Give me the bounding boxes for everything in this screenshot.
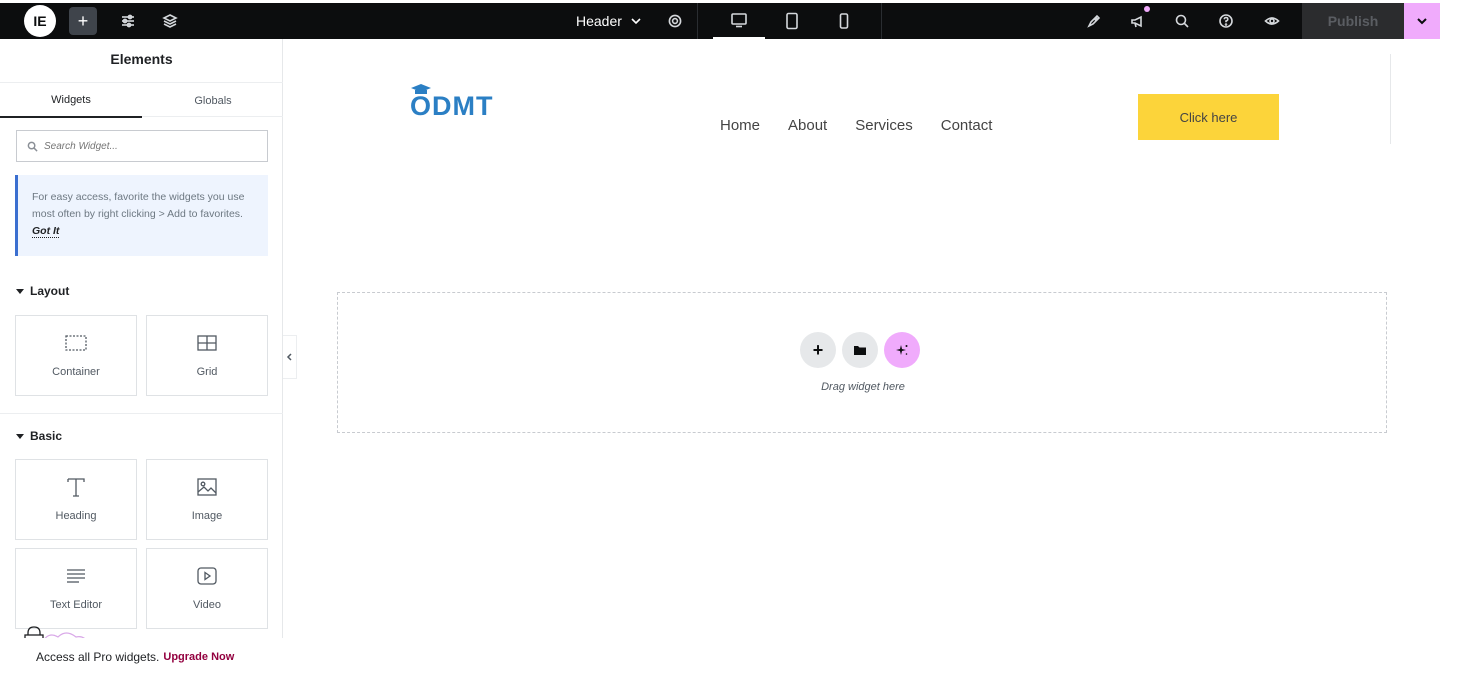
grid-icon xyxy=(195,332,219,354)
whats-new-megaphone-icon[interactable] xyxy=(1126,9,1150,33)
help-icon[interactable] xyxy=(1214,9,1238,33)
widget-video[interactable]: Video xyxy=(146,548,268,629)
nav-home[interactable]: Home xyxy=(720,117,760,134)
nav-about[interactable]: About xyxy=(788,117,827,134)
widget-heading[interactable]: Heading xyxy=(15,459,137,540)
layers-icon[interactable] xyxy=(158,9,182,33)
settings-sliders-icon[interactable] xyxy=(116,9,140,33)
mobile-view-icon[interactable] xyxy=(818,3,870,39)
site-logo[interactable]: ODMT xyxy=(410,84,494,122)
upgrade-text: Access all Pro widgets. xyxy=(36,649,160,664)
widget-grid[interactable]: Grid xyxy=(146,315,268,396)
favorites-tip: For easy access, favorite the widgets yo… xyxy=(15,175,268,256)
click-here-button[interactable]: Click here xyxy=(1138,94,1279,140)
video-icon xyxy=(195,565,219,587)
panel-tabs: Widgets Globals xyxy=(0,82,284,118)
heading-icon xyxy=(64,476,88,498)
nav-contact[interactable]: Contact xyxy=(941,117,993,134)
add-section-button[interactable]: + xyxy=(800,332,836,368)
drop-zone-actions: + xyxy=(800,332,920,368)
category-layout[interactable]: Layout xyxy=(16,284,69,298)
graduation-cap-icon xyxy=(411,84,431,94)
category-label: Basic xyxy=(30,429,63,443)
header-boundary xyxy=(1390,54,1391,144)
category-label: Layout xyxy=(30,284,70,298)
widget-label: Image xyxy=(191,510,223,522)
widget-label: Container xyxy=(52,366,100,378)
container-icon xyxy=(64,332,88,354)
separator xyxy=(697,3,698,39)
separator xyxy=(881,3,882,39)
elements-panel: Elements Widgets Globals For easy access… xyxy=(0,39,283,675)
elementor-menu-button[interactable]: IE xyxy=(24,5,56,37)
drop-zone[interactable]: + Drag widget here xyxy=(337,292,1387,433)
got-it-link[interactable]: Got It xyxy=(32,225,60,238)
document-title-dropdown[interactable]: Header xyxy=(576,3,642,39)
widget-label: Grid xyxy=(196,366,218,378)
logo-text: ODMT xyxy=(410,91,494,121)
upgrade-banner: Access all Pro widgets. Upgrade Now xyxy=(0,638,283,675)
drop-zone-hint: Drag widget here xyxy=(821,381,905,393)
collapse-panel-button[interactable] xyxy=(283,335,297,379)
widget-label: Text Editor xyxy=(50,599,102,611)
widget-container[interactable]: Container xyxy=(15,315,137,396)
notification-dot xyxy=(1144,6,1150,12)
folder-icon xyxy=(854,346,866,355)
publish-button[interactable]: Publish xyxy=(1302,3,1404,39)
image-icon xyxy=(195,476,219,498)
desktop-view-icon[interactable] xyxy=(713,3,765,39)
preview-eye-icon[interactable] xyxy=(1260,9,1284,33)
top-bar-inner: IE + Header Publish xyxy=(0,3,1440,39)
category-basic[interactable]: Basic xyxy=(16,429,62,443)
widget-text-editor[interactable]: Text Editor xyxy=(15,548,137,629)
template-library-button[interactable] xyxy=(842,332,878,368)
page-settings-gear-icon[interactable] xyxy=(663,9,687,33)
document-title: Header xyxy=(576,13,622,29)
caret-down-icon xyxy=(16,289,24,294)
chevron-down-icon xyxy=(1417,18,1427,25)
search-icon[interactable] xyxy=(1170,9,1194,33)
upgrade-now-link[interactable]: Upgrade Now xyxy=(163,651,234,663)
publish-options-button[interactable] xyxy=(1404,3,1440,39)
search-widget-input[interactable] xyxy=(44,140,254,152)
tip-text: For easy access, favorite the widgets yo… xyxy=(32,191,245,220)
site-settings-icon[interactable] xyxy=(1082,9,1106,33)
caret-down-icon xyxy=(16,434,24,439)
search-widget-field[interactable] xyxy=(16,130,268,162)
tablet-view-icon[interactable] xyxy=(766,3,818,39)
divider xyxy=(0,413,283,414)
ai-generate-button[interactable] xyxy=(884,332,920,368)
editor-canvas: ODMT Home About Services Contact Click h… xyxy=(298,39,1466,675)
search-icon xyxy=(27,141,38,152)
chevron-left-icon xyxy=(286,353,292,361)
panel-title: Elements xyxy=(110,51,173,67)
widget-label: Heading xyxy=(55,510,97,522)
chevron-down-icon xyxy=(631,18,641,25)
top-bar: IE + Header Publish xyxy=(0,0,1466,39)
sparkles-icon xyxy=(896,345,908,355)
site-navigation: Home About Services Contact xyxy=(720,117,992,134)
nav-services[interactable]: Services xyxy=(855,117,913,134)
tab-widgets[interactable]: Widgets xyxy=(0,83,142,118)
widget-image[interactable]: Image xyxy=(146,459,268,540)
text-editor-icon xyxy=(64,565,88,587)
widget-label: Video xyxy=(193,599,221,611)
add-element-button[interactable]: + xyxy=(69,7,97,35)
tab-globals[interactable]: Globals xyxy=(142,83,284,118)
